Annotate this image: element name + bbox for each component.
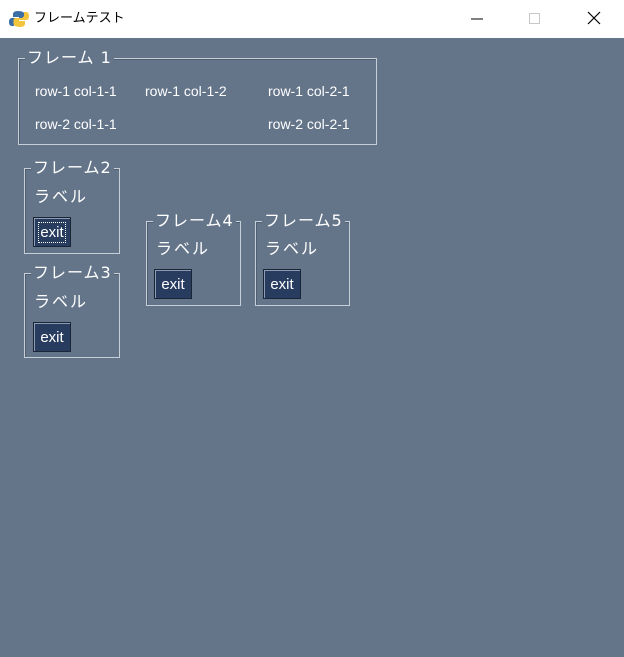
maximize-button[interactable] xyxy=(506,0,564,38)
maximize-icon xyxy=(529,10,541,29)
frame-2-exit-label: exit xyxy=(38,221,66,243)
cell-row1-col2-1: row-1 col-2-1 xyxy=(268,83,350,99)
frame-2-label: ラベル xyxy=(34,187,89,206)
close-icon xyxy=(587,10,601,29)
python-icon xyxy=(9,10,29,28)
frame-5-exit-button[interactable]: exit xyxy=(263,269,301,299)
frame-3-label: ラベル xyxy=(34,292,89,311)
frame-5-title: フレーム5 xyxy=(262,211,345,230)
frame-4-label: ラベル xyxy=(156,239,211,258)
close-button[interactable] xyxy=(565,0,623,38)
frame-4-title: フレーム4 xyxy=(153,211,236,230)
frame-2-exit-button[interactable]: exit xyxy=(33,217,71,247)
cell-row2-col1-1: row-2 col-1-1 xyxy=(35,116,117,132)
frame-5-label: ラベル xyxy=(265,239,320,258)
cell-row1-col1-2: row-1 col-1-2 xyxy=(145,83,227,99)
title-bar[interactable]: フレームテスト xyxy=(0,0,624,38)
cell-row1-col1-1: row-1 col-1-1 xyxy=(35,83,117,99)
frame-1-title: フレーム 1 xyxy=(25,48,114,67)
frame-4-exit-button[interactable]: exit xyxy=(154,269,192,299)
cell-row2-col2-1: row-2 col-2-1 xyxy=(268,116,350,132)
window-title: フレームテスト xyxy=(34,11,125,26)
frame-3-exit-label: exit xyxy=(40,328,64,346)
frame-3-title: フレーム3 xyxy=(31,263,114,282)
window-content: フレーム 1 row-1 col-1-1 row-1 col-1-2 row-1… xyxy=(0,38,624,657)
minimize-button[interactable] xyxy=(448,0,506,38)
frame-2-title: フレーム2 xyxy=(31,158,114,177)
frame-3-exit-button[interactable]: exit xyxy=(33,322,71,352)
frame-5-exit-label: exit xyxy=(270,275,294,293)
minimize-icon xyxy=(471,10,483,29)
frame-4-exit-label: exit xyxy=(161,275,185,293)
